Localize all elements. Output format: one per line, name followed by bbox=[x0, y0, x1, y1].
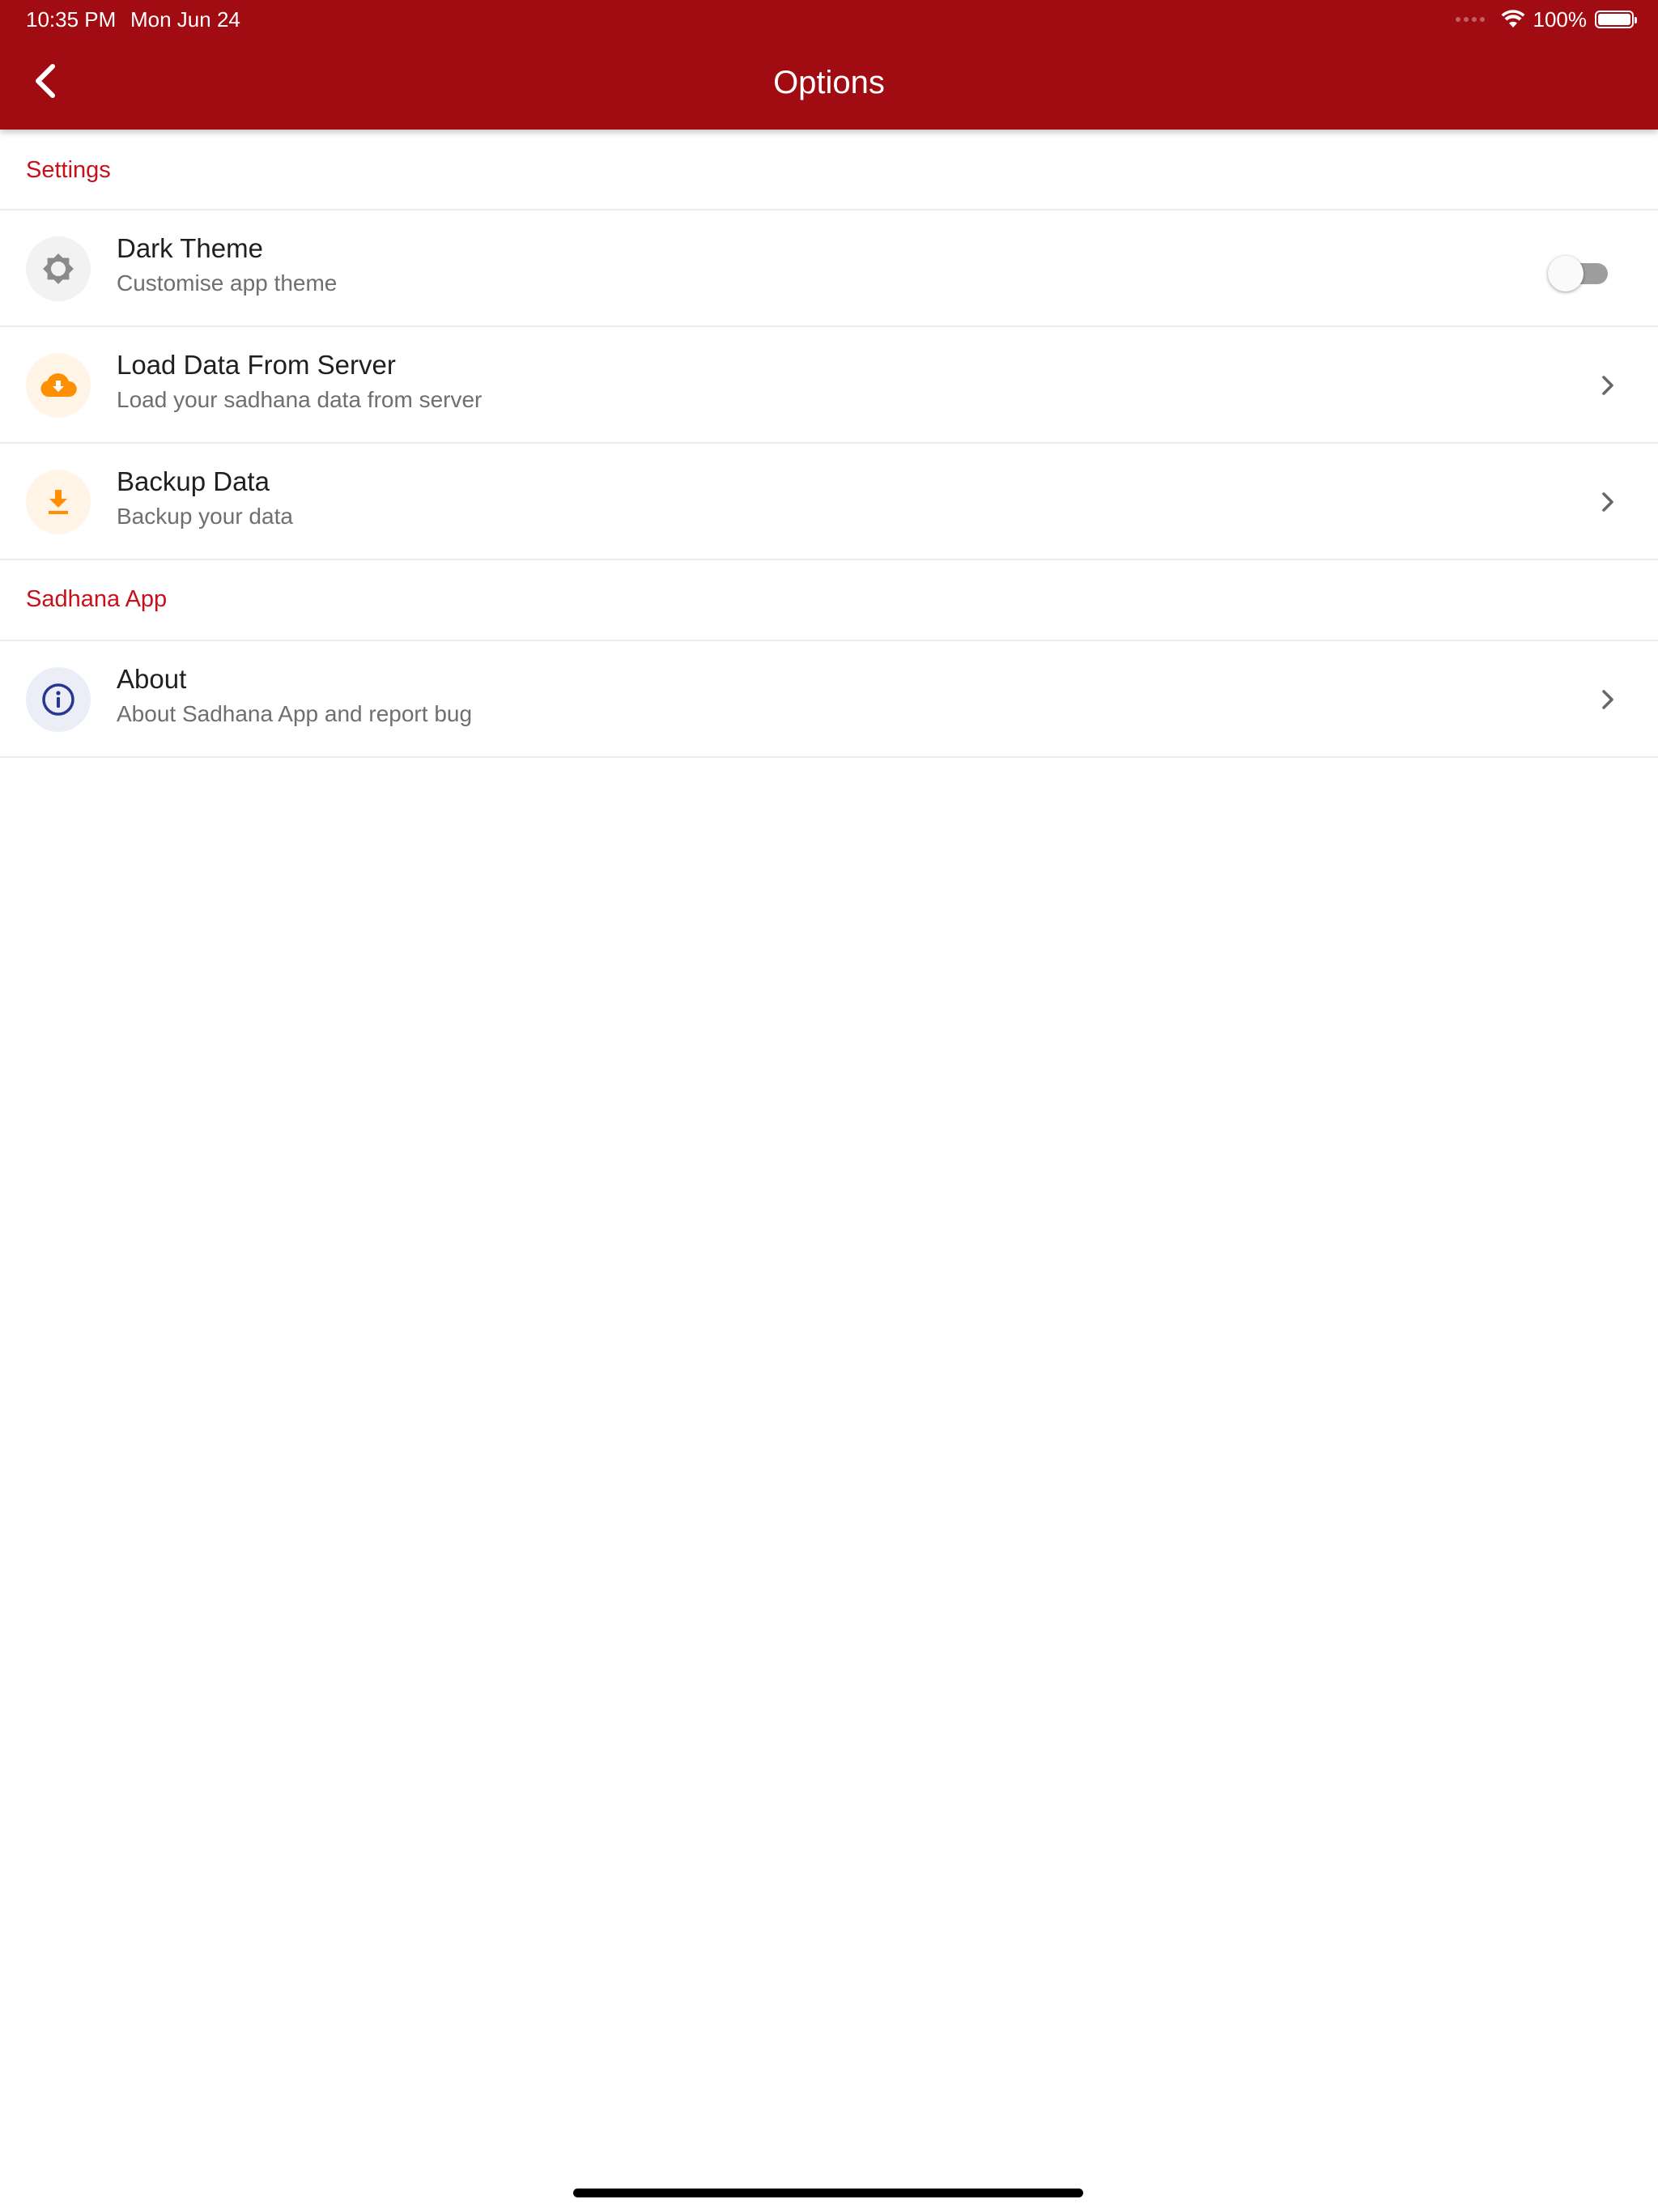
backup-data-icon-badge bbox=[26, 470, 91, 534]
page-title: Options bbox=[773, 65, 885, 100]
download-icon bbox=[49, 490, 68, 514]
status-time: 10:35 PM bbox=[26, 7, 117, 32]
brightness-icon bbox=[43, 253, 74, 284]
wifi-icon bbox=[1501, 10, 1524, 28]
battery-percent: 100% bbox=[1533, 7, 1588, 32]
backup-data-row[interactable]: Backup Data Backup your data bbox=[0, 444, 1658, 560]
row-title: Dark Theme bbox=[117, 233, 263, 263]
load-data-row[interactable]: Load Data From Server Load your sadhana … bbox=[0, 327, 1658, 444]
row-subtitle: About Sadhana App and report bug bbox=[117, 701, 473, 726]
app-header: 10:35 PM Mon Jun 24 100% Options bbox=[0, 0, 1658, 130]
chevron-right-icon bbox=[1592, 486, 1624, 518]
dark-theme-row[interactable]: Dark Theme Customise app theme bbox=[0, 211, 1658, 327]
toggle-knob bbox=[1548, 256, 1584, 291]
section-header-settings: Settings bbox=[0, 130, 1658, 211]
home-indicator[interactable] bbox=[573, 2189, 1083, 2197]
status-date: Mon Jun 24 bbox=[130, 7, 240, 32]
row-title: About bbox=[117, 664, 187, 694]
section-label: Settings bbox=[26, 157, 111, 183]
row-title: Backup Data bbox=[117, 466, 270, 496]
cellular-dots-icon bbox=[1455, 17, 1485, 22]
cloud-download-icon bbox=[40, 373, 77, 397]
row-subtitle: Customise app theme bbox=[117, 270, 338, 296]
row-subtitle: Backup your data bbox=[117, 504, 293, 529]
row-title: Load Data From Server bbox=[117, 350, 396, 380]
row-subtitle: Load your sadhana data from server bbox=[117, 387, 483, 412]
info-icon bbox=[42, 683, 74, 716]
load-data-icon-badge bbox=[26, 353, 91, 418]
dark-theme-toggle[interactable] bbox=[1548, 256, 1611, 291]
section-label: Sadhana App bbox=[26, 586, 168, 612]
chevron-right-icon bbox=[1592, 683, 1624, 716]
about-icon-badge bbox=[26, 667, 91, 732]
battery-icon bbox=[1595, 11, 1637, 28]
status-indicators: 100% bbox=[1455, 5, 1637, 34]
about-row[interactable]: About About Sadhana App and report bug bbox=[0, 641, 1658, 758]
chevron-right-icon bbox=[1592, 369, 1624, 402]
dark-theme-icon-badge bbox=[26, 236, 91, 301]
section-header-sadhana-app: Sadhana App bbox=[0, 560, 1658, 641]
